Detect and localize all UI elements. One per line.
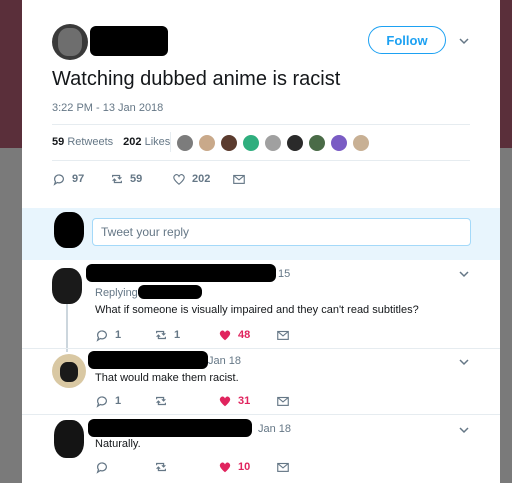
likes-stat[interactable]: 202 Likes [123,136,170,148]
redacted-author-name [90,26,168,56]
direct-message-action[interactable] [276,328,290,342]
retweet-action[interactable] [154,394,174,408]
author-avatar[interactable] [52,24,88,60]
retweets-stat[interactable]: 59 Retweets [52,136,113,148]
liker-avatar[interactable] [198,134,216,152]
reply-action[interactable]: 1 [95,394,121,408]
like-action[interactable]: 31 [218,394,250,408]
liker-avatar[interactable] [176,134,194,152]
tweet-stats: 59 Retweets 202 Likes [52,136,170,148]
divider [22,414,500,415]
retweet-icon [156,330,166,340]
direct-message-action[interactable] [276,394,290,408]
reply-input[interactable]: Tweet your reply [92,218,471,246]
follow-button[interactable]: Follow [368,26,446,54]
tweet-modal: Follow Watching dubbed anime is racist 3… [22,0,500,483]
reply-icon [96,330,107,342]
liker-avatar[interactable] [330,134,348,152]
reply-text: Naturally. [95,438,141,450]
divider [52,124,470,125]
retweet-action[interactable]: 59 [110,172,142,186]
liker-avatar[interactable] [264,134,282,152]
retweet-action[interactable] [154,460,174,474]
liker-avatar[interactable] [242,134,260,152]
divider [52,160,470,161]
heart-filled-icon [219,330,231,341]
reply-date[interactable]: Jan 18 [208,355,241,367]
retweet-action[interactable]: 1 [154,328,180,342]
reply-icon [96,462,107,474]
reply-action[interactable] [95,460,115,474]
liker-avatar[interactable] [352,134,370,152]
heart-filled-icon [219,396,231,407]
liker-avatar[interactable] [308,134,326,152]
reply-text: That would make them racist. [95,372,239,384]
tweet-text: Watching dubbed anime is racist [52,68,341,90]
liker-avatar[interactable] [286,134,304,152]
tweet-timestamp[interactable]: 3:22 PM - 13 Jan 2018 [52,102,163,114]
heart-icon [173,173,185,185]
reply-action[interactable]: 97 [52,172,84,186]
replying-to-label: Replying [95,287,138,299]
reply-text: What if someone is visually impaired and… [95,304,419,316]
reply-icon [96,396,107,408]
reply-action[interactable]: 1 [95,328,121,342]
like-action[interactable]: 48 [218,328,250,342]
reply-icon [53,174,64,186]
like-action[interactable]: 202 [172,172,210,186]
divider [22,348,500,349]
direct-message-action[interactable] [232,172,246,186]
redacted-reply-author [86,264,276,282]
thread-line [66,304,68,352]
envelope-icon [277,330,289,340]
redacted-reply-author [88,351,208,369]
reply-author-avatar[interactable] [54,420,84,458]
reply-author-avatar[interactable] [52,268,82,304]
retweet-icon [156,462,166,472]
current-user-avatar [54,212,84,248]
reply-menu-chevron-down-icon[interactable] [458,268,470,280]
tweet-menu-chevron-down-icon[interactable] [458,35,470,47]
envelope-icon [277,462,289,472]
reply-date[interactable]: Jan 18 [258,423,291,435]
stats-separator [170,132,171,152]
envelope-icon [233,174,245,184]
liker-avatar[interactable] [220,134,238,152]
redacted-replying-to [138,285,202,299]
redacted-reply-author [88,419,252,437]
reply-date[interactable]: 15 [278,268,290,280]
reply-menu-chevron-down-icon[interactable] [458,356,470,368]
retweet-icon [112,174,122,184]
retweet-icon [156,396,166,406]
reply-author-avatar[interactable] [52,354,86,388]
reply-menu-chevron-down-icon[interactable] [458,424,470,436]
heart-filled-icon [219,462,231,473]
envelope-icon [277,396,289,406]
like-action[interactable]: 10 [218,460,250,474]
direct-message-action[interactable] [276,460,290,474]
